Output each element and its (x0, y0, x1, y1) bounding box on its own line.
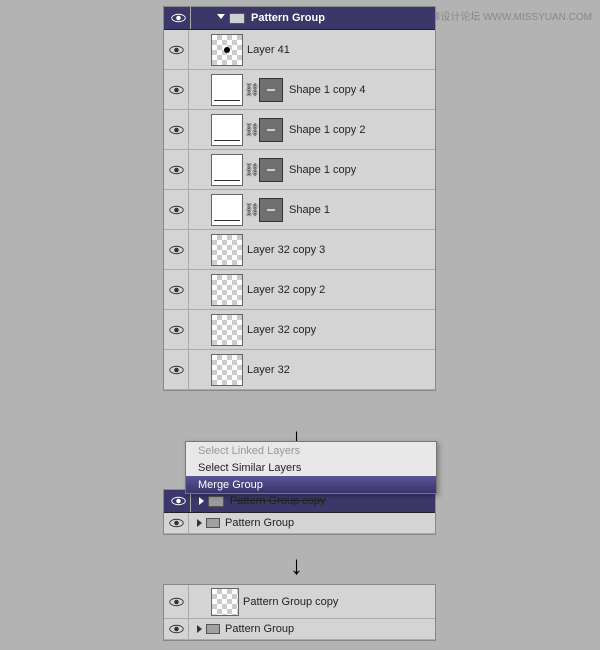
chevron-right-icon[interactable] (197, 625, 202, 633)
visibility-icon[interactable] (167, 121, 185, 139)
mask-thumbnail (259, 158, 283, 182)
group-label: Pattern Group copy (230, 495, 325, 507)
layer-thumbnail (211, 314, 243, 346)
group-label: Pattern Group (251, 12, 325, 24)
watermark-url: WWW.MISSYUAN.COM (483, 12, 592, 23)
visibility-icon[interactable] (169, 492, 187, 510)
layer-row[interactable]: Layer 32 copy 3 (164, 230, 435, 270)
visibility-icon[interactable] (167, 361, 185, 379)
layer-row[interactable]: Layer 41 (164, 30, 435, 70)
visibility-icon[interactable] (169, 9, 187, 27)
context-menu: Select Linked Layers Select Similar Laye… (185, 441, 437, 494)
folder-icon (229, 13, 245, 24)
layer-thumbnail (211, 74, 243, 106)
layer-thumbnail (211, 114, 243, 146)
layer-thumbnail (211, 34, 243, 66)
link-icon: ⛓ (247, 202, 257, 218)
layer-row[interactable]: ⛓ Shape 1 copy (164, 150, 435, 190)
layer-row[interactable]: ⛓ Shape 1 (164, 190, 435, 230)
layer-row[interactable]: ⛓ Shape 1 copy 2 (164, 110, 435, 150)
layer-label: Shape 1 copy 2 (289, 124, 365, 136)
layer-row[interactable]: Layer 32 (164, 350, 435, 390)
mask-thumbnail (259, 198, 283, 222)
chevron-right-icon[interactable] (197, 519, 202, 527)
layers-panel-1: Pattern Group Layer 41 ⛓ Shape 1 copy 4 ⛓ Sh… (163, 6, 436, 391)
layer-label: Layer 32 copy 3 (247, 244, 325, 256)
layer-thumbnail (211, 194, 243, 226)
layer-label: Layer 32 copy 2 (247, 284, 325, 296)
layers-panel-3: Pattern Group copy Pattern Group (163, 584, 436, 641)
visibility-icon[interactable] (167, 620, 185, 638)
visibility-icon[interactable] (167, 593, 185, 611)
arrow-down-icon: ↓ (290, 550, 303, 581)
layer-label: Layer 41 (247, 44, 290, 56)
layer-row[interactable]: Pattern Group (164, 513, 435, 534)
visibility-icon[interactable] (167, 201, 185, 219)
layer-label: Shape 1 copy 4 (289, 84, 365, 96)
visibility-icon[interactable] (167, 161, 185, 179)
chevron-right-icon[interactable] (199, 497, 204, 505)
layers-panel-2: Pattern Group copy Pattern Group (163, 489, 436, 535)
layer-label: Layer 32 copy (247, 324, 316, 336)
layer-thumbnail (211, 588, 239, 616)
layer-thumbnail (211, 274, 243, 306)
visibility-icon[interactable] (167, 241, 185, 259)
layer-row[interactable]: Layer 32 copy 2 (164, 270, 435, 310)
visibility-icon[interactable] (167, 41, 185, 59)
menu-select-similar[interactable]: Select Similar Layers (186, 459, 436, 476)
visibility-icon[interactable] (167, 321, 185, 339)
chevron-down-icon[interactable] (217, 14, 225, 23)
layer-thumbnail (211, 354, 243, 386)
visibility-icon[interactable] (167, 514, 185, 532)
layer-thumbnail (211, 234, 243, 266)
menu-merge-group[interactable]: Merge Group (186, 476, 436, 493)
folder-icon (208, 496, 224, 507)
layer-label: Layer 32 (247, 364, 290, 376)
menu-select-linked: Select Linked Layers (186, 442, 436, 459)
link-icon: ⛓ (247, 162, 257, 178)
layer-row[interactable]: Pattern Group (164, 619, 435, 640)
folder-icon (206, 624, 220, 634)
layer-row[interactable]: Layer 32 copy (164, 310, 435, 350)
mask-thumbnail (259, 78, 283, 102)
layer-label: Shape 1 (289, 204, 330, 216)
group-header[interactable]: Pattern Group (164, 7, 435, 30)
folder-icon (206, 518, 220, 528)
layer-thumbnail (211, 154, 243, 186)
layer-label: Pattern Group copy (243, 596, 338, 608)
layer-label: Pattern Group (225, 517, 294, 529)
layer-row[interactable]: ⛓ Shape 1 copy 4 (164, 70, 435, 110)
link-icon: ⛓ (247, 122, 257, 138)
visibility-icon[interactable] (167, 81, 185, 99)
layer-row[interactable]: Pattern Group copy (164, 585, 435, 619)
mask-thumbnail (259, 118, 283, 142)
layer-label: Pattern Group (225, 623, 294, 635)
link-icon: ⛓ (247, 82, 257, 98)
layer-label: Shape 1 copy (289, 164, 356, 176)
visibility-icon[interactable] (167, 281, 185, 299)
